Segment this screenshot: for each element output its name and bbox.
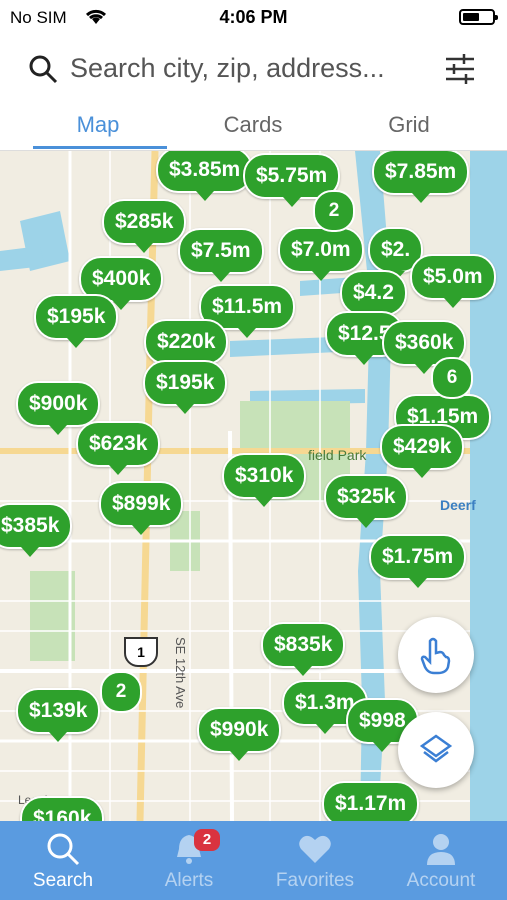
map-layers-button[interactable] — [398, 712, 474, 788]
tabbar-account[interactable]: Account — [378, 821, 504, 900]
tabbar-label: Favorites — [275, 870, 355, 891]
tabbar-favorites[interactable]: Favorites — [252, 821, 378, 900]
highway-shield: 1 — [124, 637, 158, 667]
price-pin[interactable]: $900k — [16, 381, 101, 435]
tab-map[interactable]: Map — [33, 112, 163, 138]
price-pin[interactable]: $220k — [144, 319, 229, 373]
search-bar[interactable]: Search city, zip, address... — [28, 48, 488, 88]
price-pin[interactable]: $310k — [222, 453, 307, 507]
person-icon — [427, 834, 455, 865]
tab-cards[interactable]: Cards — [188, 112, 318, 138]
price-pin[interactable]: $623k — [76, 421, 161, 475]
filter-icon[interactable] — [444, 52, 476, 86]
road-label: SE 12th Ave — [173, 637, 188, 709]
active-tab-indicator — [33, 146, 167, 149]
price-pin[interactable]: $7.5m — [178, 228, 264, 282]
price-pin[interactable]: $7.0m — [278, 227, 364, 281]
price-pin[interactable]: $1.17m — [322, 781, 420, 821]
cluster-marker[interactable]: 2 — [313, 190, 355, 232]
hand-pointer-icon — [420, 637, 451, 675]
search-input[interactable]: Search city, zip, address... — [70, 53, 385, 84]
price-pin[interactable]: $7.85m — [372, 151, 470, 203]
status-bar: No SIM 4:06 PM — [0, 0, 507, 36]
tabbar-search[interactable]: Search — [0, 821, 126, 900]
price-pin[interactable]: $835k — [261, 622, 346, 676]
layers-icon — [419, 734, 453, 763]
price-pin[interactable]: $4.2 — [340, 270, 407, 324]
price-pin[interactable]: $325k — [324, 474, 409, 528]
search-icon — [29, 55, 58, 84]
draw-search-button[interactable] — [398, 617, 474, 693]
price-pin[interactable]: $195k — [34, 294, 119, 348]
price-pin[interactable]: $195k — [143, 360, 228, 414]
price-pin[interactable]: $990k — [197, 707, 282, 761]
price-pin[interactable]: $429k — [380, 424, 465, 478]
tabbar-label: Account — [406, 870, 476, 891]
tab-grid[interactable]: Grid — [344, 112, 474, 138]
battery-icon — [459, 9, 498, 25]
price-pin[interactable]: $5.0m — [410, 254, 496, 308]
price-pin[interactable]: $385k — [0, 503, 73, 557]
price-pin[interactable]: $1.75m — [369, 534, 467, 588]
price-pin[interactable]: $899k — [99, 481, 184, 535]
search-icon — [47, 833, 80, 866]
price-pin[interactable]: $3.85m — [156, 151, 254, 201]
bottom-tab-bar: Search 2 Alerts Favorites Account — [0, 821, 507, 900]
tabbar-label: Search — [32, 870, 94, 891]
map-view[interactable]: field Park SE 12th Ave 1 Deerf Legal $3.… — [0, 151, 507, 821]
clock: 4:06 PM — [219, 7, 288, 27]
view-tabs: Map Cards Grid — [0, 100, 507, 151]
price-pin[interactable]: $160k — [20, 796, 105, 821]
heart-icon — [299, 835, 331, 863]
alerts-badge: 2 — [194, 829, 220, 851]
cluster-marker[interactable]: 2 — [100, 671, 142, 713]
tabbar-label: Alerts — [164, 870, 214, 891]
cluster-marker[interactable]: 6 — [431, 357, 473, 399]
tabbar-alerts[interactable]: 2 Alerts — [126, 821, 252, 900]
price-pin[interactable]: $285k — [102, 199, 187, 253]
park-label: field Park — [308, 447, 367, 463]
price-pin[interactable]: $139k — [16, 688, 101, 742]
beach-label: Deerf — [440, 497, 476, 513]
